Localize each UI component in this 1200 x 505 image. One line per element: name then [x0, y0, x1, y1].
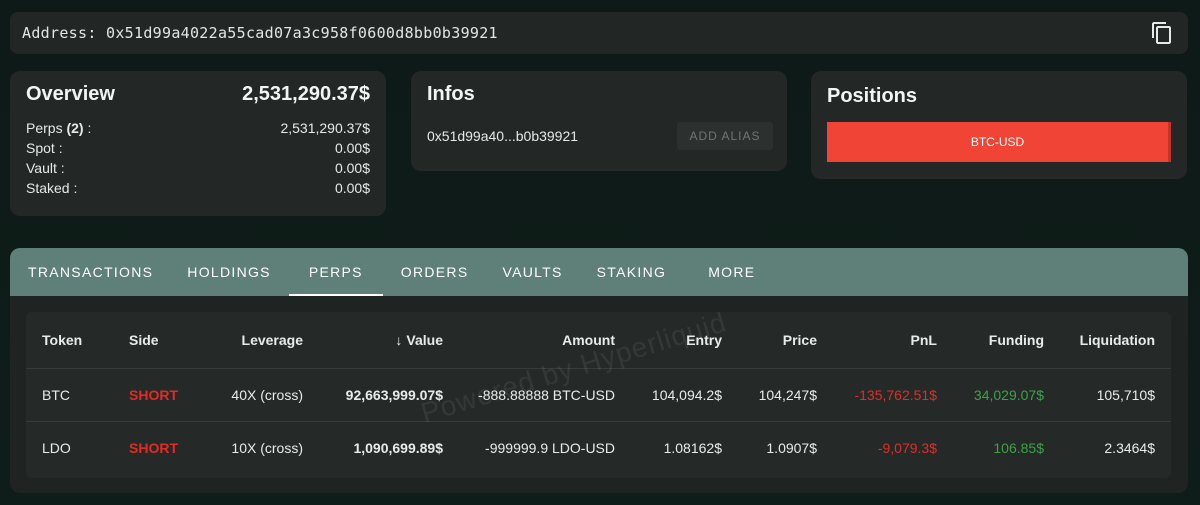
overview-row-perps: Perps (2) : 2,531,290.37$ [26, 118, 370, 138]
cell-entry: 104,094.2$ [623, 367, 730, 421]
address-label: Address: [22, 24, 97, 42]
overview-title: Overview [26, 83, 115, 105]
tab-bar: TRANSACTIONS HOLDINGS PERPS ORDERS VAULT… [10, 248, 1188, 296]
col-token[interactable]: Token [26, 312, 121, 368]
overview-total: 2,531,290.37$ [242, 83, 370, 105]
col-pnl[interactable]: PnL [825, 312, 945, 368]
perps-label: Perps [26, 120, 63, 136]
cell-pnl: -9,079.3$ [825, 420, 945, 474]
tab-perps[interactable]: PERPS [288, 248, 383, 296]
copy-icon[interactable] [1150, 21, 1174, 45]
cell-funding: 34,029.07$ [945, 367, 1052, 421]
table-header-row: Token Side Leverage ↓ Value Amount Entry … [26, 312, 1171, 368]
tab-transactions[interactable]: TRANSACTIONS [28, 248, 153, 296]
tab-orders[interactable]: ORDERS [401, 248, 469, 296]
perps-count: (2) [66, 120, 84, 136]
col-value[interactable]: ↓ Value [311, 312, 451, 368]
col-liquidation[interactable]: Liquidation [1052, 312, 1171, 368]
overview-row-staked: Staked : 0.00$ [26, 178, 370, 198]
col-value-label: Value [406, 331, 443, 348]
cell-amount: -999999.9 LDO-USD [451, 420, 623, 474]
staked-value: 0.00$ [334, 180, 370, 196]
cell-leverage: 10X (cross) [201, 420, 311, 474]
perps-value: 2,531,290.37$ [280, 120, 370, 136]
perps-suffix: : [83, 120, 92, 136]
infos-title: Infos [427, 83, 475, 105]
arrow-down-icon: ↓ [395, 331, 403, 348]
tab-vaults[interactable]: VAULTS [502, 248, 562, 296]
vault-value: 0.00$ [334, 160, 370, 176]
cell-pnl: -135,762.51$ [825, 367, 945, 421]
cell-liquidation: 2.3464$ [1052, 420, 1171, 474]
cell-value: 1,090,699.89$ [311, 420, 451, 474]
cell-leverage: 40X (cross) [201, 367, 311, 421]
tab-more[interactable]: MORE [708, 248, 755, 296]
overview-row-spot: Spot : 0.00$ [26, 138, 370, 158]
tab-holdings[interactable]: HOLDINGS [187, 248, 271, 296]
spot-label: Spot : [26, 140, 63, 156]
positions-card: Positions BTC-USD [811, 71, 1187, 179]
col-price[interactable]: Price [730, 312, 825, 368]
cell-price: 1.0907$ [730, 420, 825, 474]
cell-amount: -888.88888 BTC-USD [451, 367, 623, 421]
col-amount[interactable]: Amount [451, 312, 623, 368]
col-leverage[interactable]: Leverage [201, 312, 311, 368]
col-funding[interactable]: Funding [945, 312, 1052, 368]
tabs-panel: TRANSACTIONS HOLDINGS PERPS ORDERS VAULT… [10, 248, 1188, 493]
position-bar-btc[interactable]: BTC-USD [827, 122, 1171, 162]
col-entry[interactable]: Entry [623, 312, 730, 368]
table-row[interactable]: LDO SHORT 10X (cross) 1,090,699.89$ -999… [26, 420, 1171, 474]
cell-side: SHORT [121, 420, 201, 474]
infos-card: Infos 0x51d99a40...b0b39921 ADD ALIAS [411, 71, 787, 171]
overview-card: Overview 2,531,290.37$ Perps (2) : 2,531… [10, 71, 386, 216]
vault-label: Vault : [26, 160, 65, 176]
add-alias-button[interactable]: ADD ALIAS [677, 122, 773, 150]
cell-side: SHORT [121, 367, 201, 421]
cell-token: BTC [26, 367, 121, 421]
spot-value: 0.00$ [334, 140, 370, 156]
address-value: 0x51d99a4022a55cad07a3c958f0600d8bb0b399… [106, 24, 498, 42]
cell-funding: 106.85$ [945, 420, 1052, 474]
perps-table: Token Side Leverage ↓ Value Amount Entry … [26, 312, 1171, 478]
cell-token: LDO [26, 420, 121, 474]
overview-row-vault: Vault : 0.00$ [26, 158, 370, 178]
tab-staking[interactable]: STAKING [597, 248, 667, 296]
short-address: 0x51d99a40...b0b39921 [427, 128, 579, 144]
staked-label: Staked : [26, 180, 78, 196]
cell-value: 92,663,999.07$ [311, 367, 451, 421]
table-row[interactable]: BTC SHORT 40X (cross) 92,663,999.07$ -88… [26, 367, 1171, 421]
cell-price: 104,247$ [730, 367, 825, 421]
cell-liquidation: 105,710$ [1052, 367, 1171, 421]
cell-entry: 1.08162$ [623, 420, 730, 474]
address-bar: Address: 0x51d99a4022a55cad07a3c958f0600… [10, 12, 1188, 54]
col-side[interactable]: Side [121, 312, 201, 368]
positions-title: Positions [827, 85, 918, 107]
